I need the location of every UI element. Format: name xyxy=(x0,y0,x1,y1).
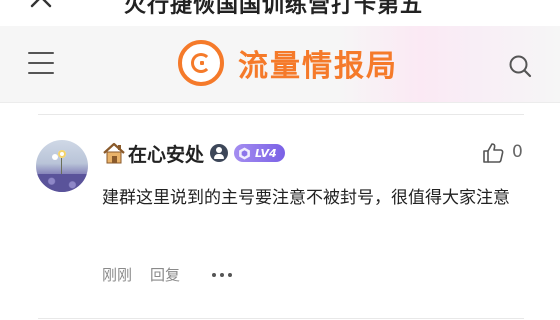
comment-item: 在心安处 LV4 0 建群这里说到的主号要注意不被封号，很值得大家注意 刚刚 回… xyxy=(0,118,560,318)
thumbs-up-icon[interactable] xyxy=(482,142,504,164)
username[interactable]: 在心安处 xyxy=(128,140,204,167)
page-title-bar: 火行捷恢国国训练营打卡第五 xyxy=(0,0,560,26)
comment-author-row: 在心安处 LV4 xyxy=(102,140,285,166)
search-icon[interactable] xyxy=(508,54,532,78)
comment-meta: 刚刚 回复 xyxy=(102,264,233,285)
avatar[interactable] xyxy=(36,140,88,192)
verified-user-icon xyxy=(210,144,229,162)
comment-time: 刚刚 xyxy=(102,266,133,284)
logo-text: 流量情报局 xyxy=(238,49,398,84)
logo[interactable]: 流量情报局 xyxy=(178,40,398,86)
more-icon[interactable] xyxy=(212,272,233,277)
level-hex-icon xyxy=(239,147,250,159)
level-label: LV4 xyxy=(255,146,277,160)
divider xyxy=(38,318,524,319)
comment-text: 建群这里说到的主号要注意不被封号，很值得大家注意 xyxy=(102,188,510,208)
level-badge: LV4 xyxy=(234,144,285,162)
page-title: 火行捷恢国国训练营打卡第五 xyxy=(124,0,424,18)
reply-button[interactable]: 回复 xyxy=(150,264,180,285)
app-header: 流量情报局 xyxy=(0,26,560,103)
close-icon[interactable] xyxy=(30,0,52,8)
like-count: 0 xyxy=(512,142,523,162)
house-emoji-icon xyxy=(103,142,125,164)
divider xyxy=(38,114,524,115)
logo-mark-icon xyxy=(178,40,224,86)
menu-icon[interactable] xyxy=(28,52,54,74)
